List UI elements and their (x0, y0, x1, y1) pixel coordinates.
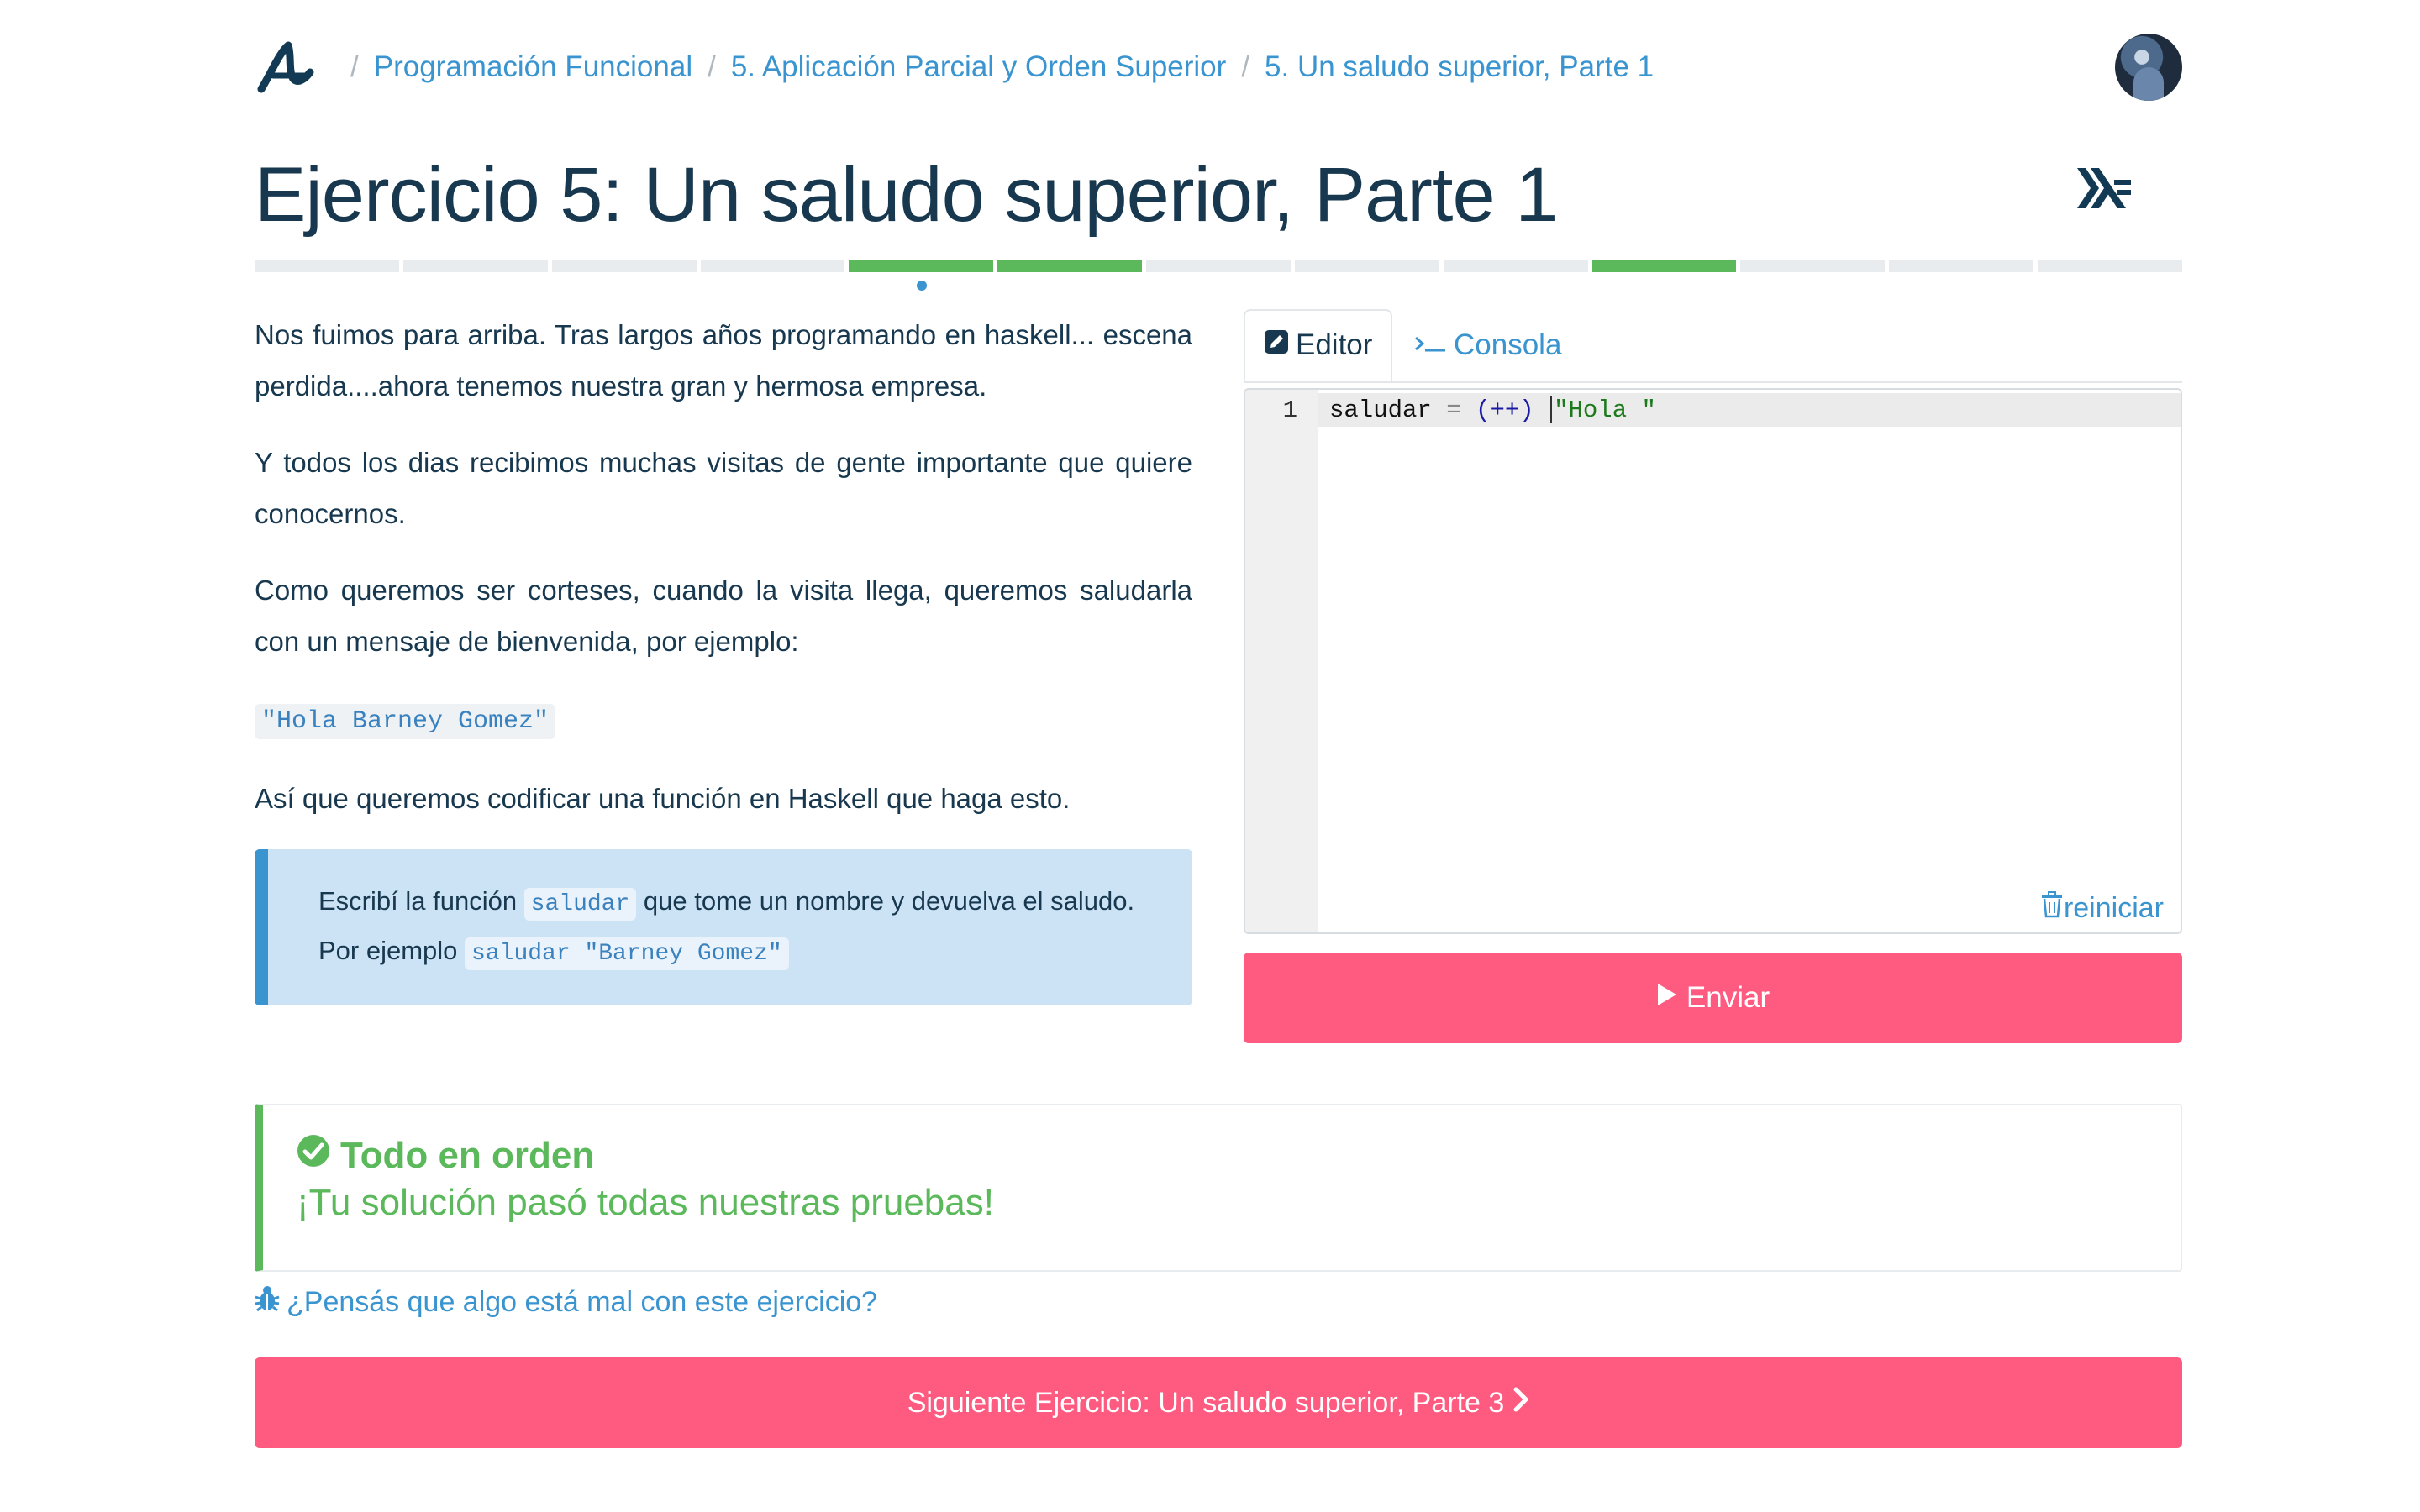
report-issue-label: ¿Pensás que algo está mal con este ejerc… (287, 1286, 878, 1318)
exercise-description: Nos fuimos para arriba. Tras largos años… (255, 309, 1192, 1005)
result-message: ¡Tu solución pasó todas nuestras pruebas… (297, 1182, 994, 1223)
breadcrumb-separator: / (350, 50, 359, 83)
trash-icon (2040, 891, 2064, 926)
example-code-block: "Hola Barney Gomez" (255, 692, 1192, 748)
next-exercise-button[interactable]: Siguiente Ejercicio: Un saludo superior,… (255, 1357, 2182, 1448)
pencil-square-icon (1264, 328, 1289, 362)
code-token-equals: = (1446, 396, 1461, 424)
code-line[interactable]: saludar = (++) "Hola " (1329, 396, 1656, 424)
reset-label: reiniciar (2063, 892, 2164, 924)
code-editor[interactable]: 1 saludar = (++) "Hola " reiniciar (1244, 388, 2182, 934)
task-code-example: saludar "Barney Gomez" (465, 937, 789, 970)
result-title: Todo en orden (340, 1134, 595, 1176)
breadcrumb-separator: / (708, 50, 716, 83)
line-number: 1 (1282, 396, 1297, 424)
chevron-right-icon (1512, 1387, 1529, 1420)
exercise-page: / Programación Funcional / 5. Aplicación… (0, 0, 2420, 1512)
check-circle-icon (297, 1134, 330, 1177)
breadcrumb-lesson[interactable]: 5. Aplicación Parcial y Orden Superior (731, 50, 1226, 84)
play-icon (1656, 981, 1678, 1015)
exercise-progress-bar (255, 260, 2182, 272)
user-avatar[interactable] (2115, 34, 2182, 101)
progress-segment[interactable] (849, 260, 994, 272)
tab-editor-label: Editor (1296, 328, 1373, 361)
reset-button[interactable]: reiniciar (2040, 891, 2164, 926)
header: / Programación Funcional / 5. Aplicación… (255, 34, 2182, 101)
text-cursor (1550, 396, 1553, 424)
example-code: "Hola Barney Gomez" (255, 704, 556, 739)
submit-label: Enviar (1686, 981, 1770, 1014)
breadcrumb-exercise[interactable]: 5. Un saludo superior, Parte 1 (1265, 50, 1654, 84)
progress-segment[interactable] (700, 260, 845, 272)
description-paragraph: Así que queremos codificar una función e… (255, 783, 1071, 814)
task-code-function: saludar (523, 888, 637, 921)
task-text: Escribí la función (318, 886, 524, 916)
code-token-operator: (++) (1476, 396, 1534, 424)
tab-console[interactable]: Consola (1395, 309, 1580, 381)
progress-segment[interactable] (997, 260, 1143, 272)
progress-segment[interactable] (1294, 260, 1439, 272)
haskell-icon (2077, 168, 2131, 208)
progress-segment[interactable] (551, 260, 697, 272)
progress-segment[interactable] (1591, 260, 1737, 272)
progress-segment[interactable] (1146, 260, 1291, 272)
code-token-name: saludar (1329, 396, 1432, 424)
task-callout: Escribí la función saludar que tome un n… (255, 849, 1192, 1005)
description-paragraph: Nos fuimos para arriba. Tras largos años… (255, 319, 1192, 402)
progress-segment[interactable] (2038, 260, 2182, 272)
progress-segment[interactable] (1443, 260, 1588, 272)
terminal-icon (1413, 328, 1447, 362)
result-panel: Todo en orden ¡Tu solución pasó todas nu… (255, 1104, 2182, 1272)
next-exercise-label: Siguiente Ejercicio: Un saludo superior,… (907, 1386, 1505, 1419)
editor-gutter (1245, 390, 1318, 932)
breadcrumb: / Programación Funcional / 5. Aplicación… (335, 50, 1654, 84)
result-title-row: Todo en orden (297, 1134, 2147, 1177)
progress-segment[interactable] (1740, 260, 1886, 272)
tab-editor[interactable]: Editor (1244, 309, 1393, 381)
report-issue-link[interactable]: ¿Pensás que algo está mal con este ejerc… (255, 1285, 877, 1320)
editor-tabs: Editor Consola (1244, 309, 2182, 383)
current-exercise-indicator (917, 281, 927, 291)
breadcrumb-separator: / (1241, 50, 1250, 83)
tab-console-label: Consola (1454, 328, 1562, 361)
page-title: Ejercicio 5: Un saludo superior, Parte 1 (255, 152, 1558, 238)
code-token-string: "Hola " (1554, 396, 1656, 424)
progress-segment[interactable] (1889, 260, 2034, 272)
progress-segment[interactable] (255, 260, 399, 272)
mumuki-logo-icon[interactable] (255, 35, 318, 99)
description-paragraph: Y todos los dias recibimos muchas visita… (255, 447, 1192, 529)
breadcrumb-chapter[interactable]: Programación Funcional (374, 50, 692, 84)
submit-button[interactable]: Enviar (1244, 953, 2182, 1043)
progress-segment[interactable] (402, 260, 548, 272)
bug-icon (255, 1285, 280, 1320)
description-paragraph: Como queremos ser corteses, cuando la vi… (255, 575, 1192, 657)
